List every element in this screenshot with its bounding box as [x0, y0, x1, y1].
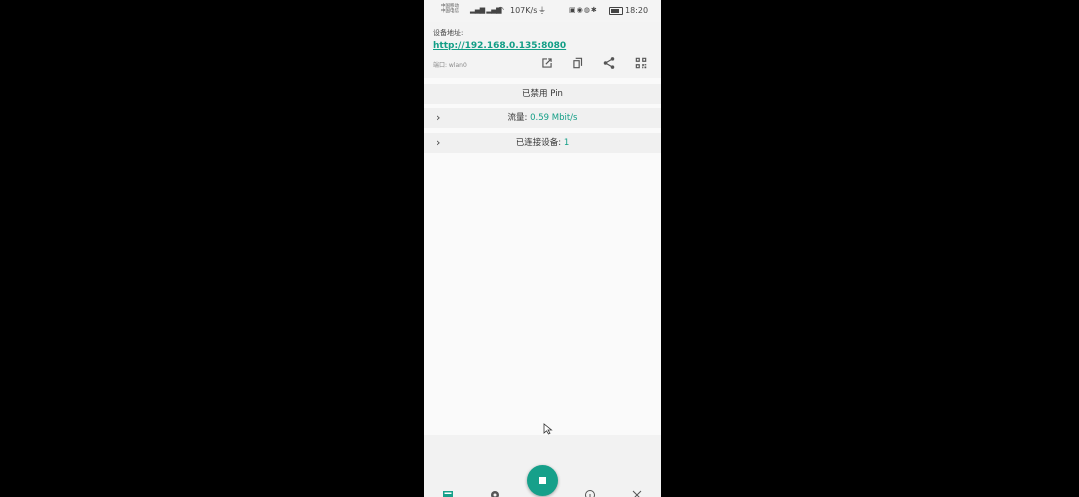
share-icon[interactable]	[602, 56, 616, 70]
interface-label: 端口: wlan0	[433, 62, 467, 69]
devices-text: 已连接设备: 1	[424, 133, 661, 153]
info-icon[interactable]	[584, 489, 596, 497]
usb-icon: ⏚	[538, 6, 546, 15]
open-external-icon[interactable]	[540, 56, 554, 70]
pin-status: 已禁用 Pin	[424, 84, 661, 104]
action-bar	[540, 56, 655, 70]
qr-code-icon[interactable]	[634, 56, 648, 70]
address-label: 设备地址:	[433, 29, 464, 37]
traffic-label: 流量:	[507, 113, 531, 123]
traffic-value: 0.59 Mbit/s	[530, 113, 578, 123]
stream-icon[interactable]	[442, 489, 454, 497]
battery-icon	[609, 7, 623, 15]
clock: 18:20	[625, 6, 649, 15]
carrier-2: 中国电信	[441, 9, 459, 14]
server-info-card: 设备地址: http://192.168.0.135:8080 端口: wlan…	[424, 22, 661, 78]
close-icon[interactable]	[631, 489, 643, 497]
traffic-text: 流量: 0.59 Mbit/s	[424, 108, 661, 128]
status-bar: 中国移动 中国电信 ▂▄▆ ▂▄▆ ◠ 107K/s ⏚ ▣◉◍✱ 18:20	[424, 0, 661, 22]
phone-screen: 中国移动 中国电信 ▂▄▆ ▂▄▆ ◠ 107K/s ⏚ ▣◉◍✱ 18:20 …	[424, 0, 661, 497]
connected-devices-row[interactable]: › 已连接设备: 1	[424, 133, 661, 153]
carrier-labels: 中国移动 中国电信	[441, 4, 459, 14]
status-icons: ▣◉◍✱	[569, 6, 598, 14]
devices-label: 已连接设备:	[515, 138, 564, 148]
copy-icon[interactable]	[571, 56, 585, 70]
bottom-navigation	[424, 435, 661, 497]
server-url-link[interactable]: http://192.168.0.135:8080	[433, 41, 566, 51]
network-speed: 107K/s	[510, 6, 538, 15]
mouse-pointer-icon	[543, 420, 553, 435]
stop-icon	[539, 477, 546, 484]
devices-value: 1	[563, 138, 570, 148]
wifi-icon: ◠	[497, 5, 504, 14]
settings-icon[interactable]	[489, 489, 501, 497]
traffic-row[interactable]: › 流量: 0.59 Mbit/s	[424, 108, 661, 128]
nav-bar	[424, 489, 661, 497]
